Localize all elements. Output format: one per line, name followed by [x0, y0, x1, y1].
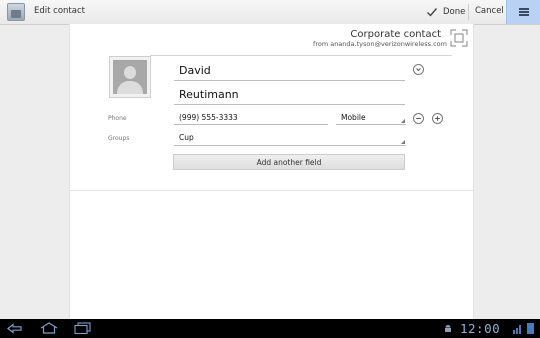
groups-value: Cup: [179, 133, 194, 142]
minus-icon: [416, 118, 421, 119]
done-label: Done: [443, 7, 466, 17]
account-type: Corporate contact: [350, 29, 441, 40]
avatar-head: [124, 66, 136, 79]
chevron-down-icon: [416, 68, 421, 72]
phone-label: Phone: [108, 115, 127, 122]
overflow-menu-icon-line: [519, 11, 529, 13]
overflow-menu-button[interactable]: [506, 0, 540, 24]
account-email: from ananda.tyson@verizonwireless.com: [313, 40, 447, 48]
last-name-field[interactable]: Reutimann: [174, 86, 405, 105]
check-icon: [427, 8, 438, 17]
contacts-app-icon[interactable]: [7, 3, 25, 21]
phone-field[interactable]: (999) 555-3333: [174, 112, 328, 125]
system-bar: 12:00: [0, 319, 540, 338]
groups-label: Groups: [108, 135, 130, 142]
add-phone-button[interactable]: [432, 113, 443, 124]
recent-apps-icon[interactable]: [74, 322, 92, 334]
action-bar: Edit contact Done Cancel: [0, 0, 540, 25]
done-button[interactable]: Done: [426, 5, 465, 19]
phone-type-value: Mobile: [341, 113, 366, 122]
phone-value: (999) 555-3333: [179, 113, 238, 122]
back-icon[interactable]: [7, 323, 25, 334]
section-divider: [70, 190, 473, 191]
overflow-menu-icon: [519, 8, 529, 10]
signal-icon: [513, 325, 521, 334]
avatar-body: [117, 81, 143, 94]
android-debug-icon: [445, 325, 451, 332]
separator: [468, 4, 469, 20]
first-name-field[interactable]: David: [174, 62, 405, 81]
dropdown-arrow-icon: [401, 119, 405, 123]
expand-frame-icon: [450, 29, 468, 47]
plus-icon: [435, 116, 440, 121]
overflow-menu-icon-line: [519, 14, 529, 16]
account-divider: [150, 55, 452, 56]
remove-phone-button[interactable]: [413, 113, 424, 124]
first-name-value: David: [179, 64, 211, 77]
edit-contact-panel: Corporate contact from ananda.tyson@veri…: [69, 24, 474, 319]
page-title: Edit contact: [34, 6, 85, 16]
last-name-value: Reutimann: [179, 88, 239, 101]
battery-icon: [527, 323, 534, 334]
expand-name-button[interactable]: [413, 64, 424, 75]
groups-dropdown[interactable]: Cup: [174, 132, 406, 146]
dropdown-arrow-icon: [401, 140, 405, 144]
home-icon[interactable]: [40, 322, 58, 334]
contact-photo[interactable]: [109, 56, 151, 98]
cancel-button[interactable]: Cancel: [475, 6, 504, 16]
add-another-field-button[interactable]: Add another field: [173, 154, 405, 170]
phone-type-dropdown[interactable]: Mobile: [336, 112, 406, 125]
clock: 12:00: [460, 321, 501, 336]
avatar: [113, 60, 147, 94]
